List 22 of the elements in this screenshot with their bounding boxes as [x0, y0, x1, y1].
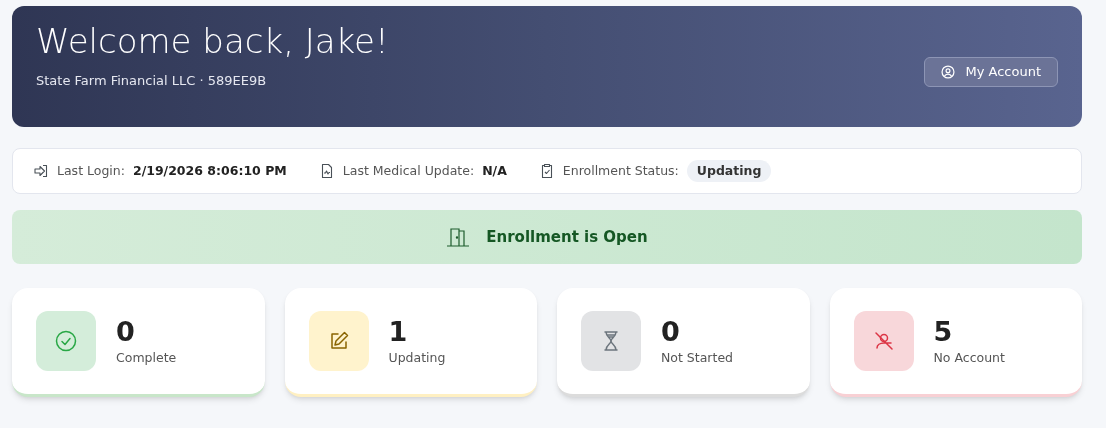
info-value: 2/19/2026 8:06:10 PM	[132, 161, 287, 180]
banner-text: Enrollment is Open	[486, 226, 648, 248]
stat-count: 0	[116, 314, 136, 349]
stat-count: 1	[388, 314, 409, 349]
welcome-title: Welcome back, Jake!	[36, 20, 389, 63]
my-account-button[interactable]: My Account	[924, 57, 1058, 87]
info-label: Enrollment Status:	[562, 161, 679, 180]
sign-in-icon	[33, 163, 49, 179]
door-icon	[446, 227, 471, 247]
status-badge: Updating	[686, 159, 772, 183]
stat-label: Updating	[388, 348, 446, 367]
check-circle-icon	[54, 329, 78, 353]
stat-count: 5	[933, 314, 954, 349]
stat-label: Not Started	[661, 348, 734, 367]
info-label: Last Medical Update:	[342, 161, 475, 180]
stat-label: No Account	[933, 348, 1005, 367]
company-subtitle: State Farm Financial LLC · 589EE9B	[36, 71, 268, 90]
stat-label: Complete	[116, 348, 177, 367]
info-value: N/A	[482, 161, 507, 180]
stat-count: 0	[661, 314, 681, 349]
user-circle-icon	[941, 65, 956, 79]
info-label: Last Login:	[57, 161, 125, 180]
